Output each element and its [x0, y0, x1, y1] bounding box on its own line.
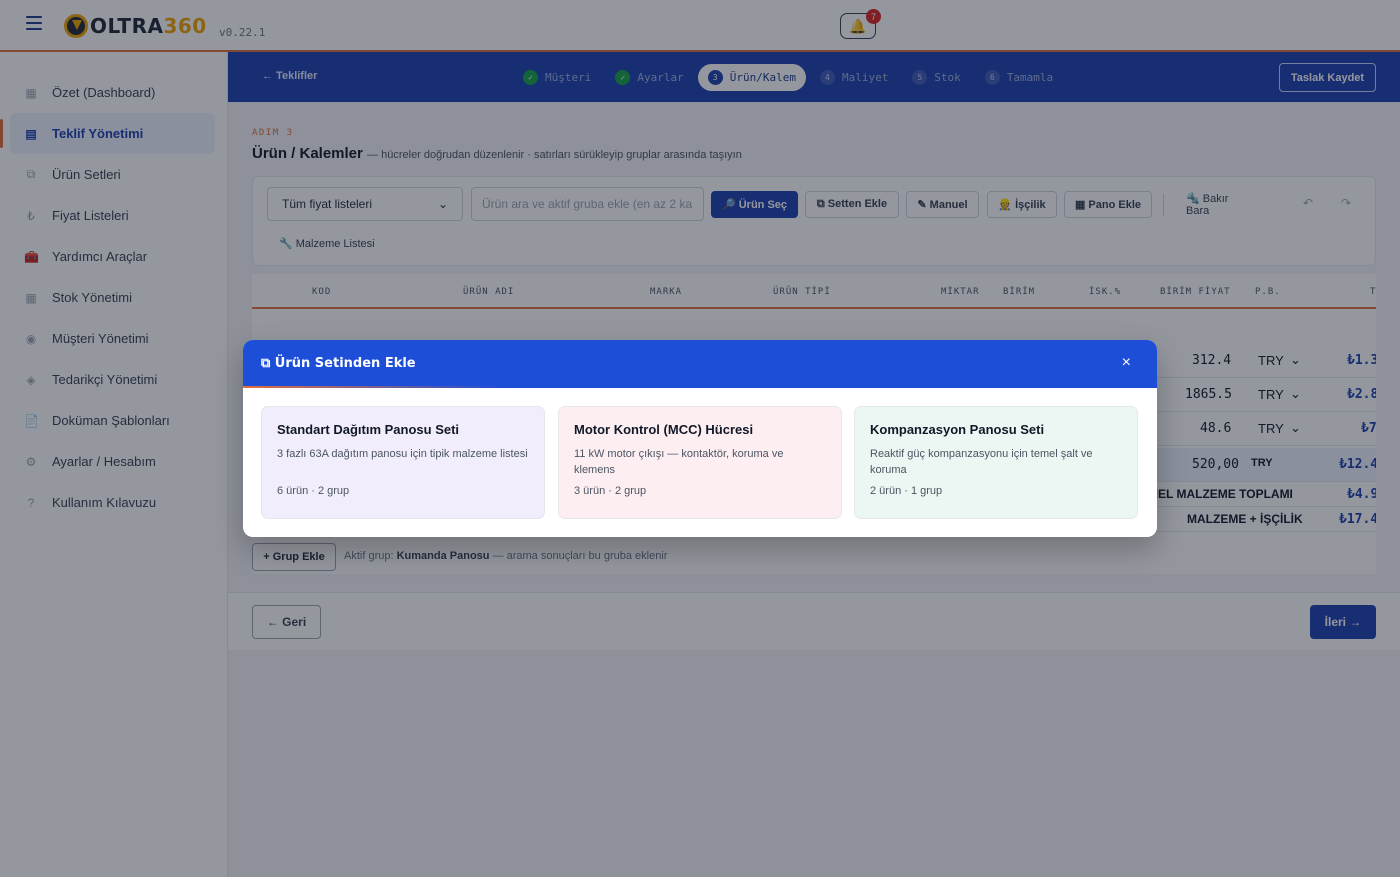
set-description: Reaktif güç kompanzasyonu için temel şal… — [870, 448, 1093, 476]
set-description: 11 kW motor çıkışı — kontaktör, koruma v… — [574, 448, 784, 476]
modal-title: ⧉ Ürün Setinden Ekle — [261, 356, 416, 371]
modal-header: ⧉ Ürün Setinden Ekle × — [243, 340, 1157, 388]
set-name: Kompanzasyon Panosu Seti — [870, 422, 1045, 437]
set-card-distribution-panel[interactable]: Standart Dağıtım Panosu Seti 3 fazlı 63A… — [261, 406, 545, 519]
set-meta: 2 ürün · 1 grup — [870, 485, 943, 497]
set-meta: 3 ürün · 2 grup — [574, 485, 647, 497]
set-name: Motor Kontrol (MCC) Hücresi — [574, 422, 754, 437]
add-from-set-modal: ⧉ Ürün Setinden Ekle × Standart Dağıtım … — [243, 340, 1157, 537]
close-icon[interactable]: × — [1122, 354, 1131, 372]
set-card-compensation[interactable]: Kompanzasyon Panosu Seti Reaktif güç kom… — [854, 406, 1138, 519]
set-description: 3 fazlı 63A dağıtım panosu için tipik ma… — [277, 448, 528, 460]
set-card-mcc[interactable]: Motor Kontrol (MCC) Hücresi 11 kW motor … — [558, 406, 842, 519]
set-name: Standart Dağıtım Panosu Seti — [277, 422, 460, 437]
set-meta: 6 ürün · 2 grup — [277, 485, 350, 497]
